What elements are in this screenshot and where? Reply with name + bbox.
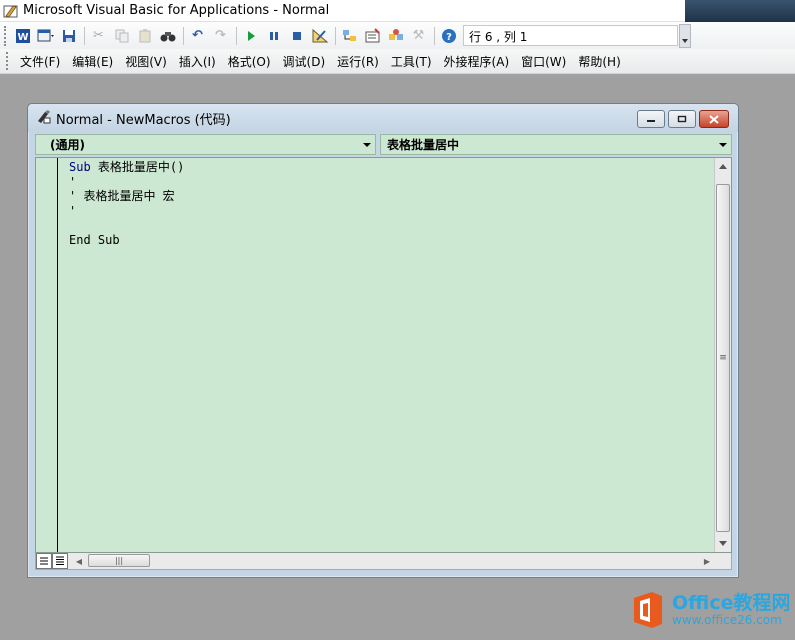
- menu-addins[interactable]: 外接程序(A): [438, 53, 516, 70]
- toolbar-options-button[interactable]: [679, 23, 691, 48]
- code-line-comment: ': [69, 174, 77, 189]
- insert-userform-icon[interactable]: [35, 25, 56, 46]
- code-window-icon: [36, 109, 52, 128]
- help-icon[interactable]: ?: [438, 25, 459, 46]
- code-window-title-bar[interactable]: Normal - NewMacros (代码): [28, 104, 738, 132]
- break-icon[interactable]: [263, 25, 284, 46]
- code-window: Normal - NewMacros (代码) (通用) 表格批量居中 Sub …: [27, 103, 739, 578]
- svg-text:?: ?: [446, 32, 452, 43]
- run-icon[interactable]: [240, 25, 261, 46]
- toolbar-separator: [434, 26, 435, 45]
- chevron-down-icon[interactable]: [714, 135, 731, 154]
- watermark-url: www.office26.com: [672, 613, 782, 627]
- code-editor[interactable]: Sub 表格批量居中() ' ' 表格批量居中 宏 ' End Sub ≡: [35, 157, 732, 553]
- cut-icon[interactable]: ✂: [88, 25, 109, 46]
- scroll-right-arrow-icon[interactable]: ▶: [700, 553, 714, 569]
- code-text[interactable]: Sub 表格批量居中() ' ' 表格批量居中 宏 ' End Sub: [69, 160, 184, 247]
- margin-indicator-bar[interactable]: [36, 158, 58, 552]
- vba-app-icon[interactable]: [3, 3, 19, 19]
- app-title: Microsoft Visual Basic for Applications …: [23, 3, 330, 18]
- keyword-sub: Sub: [69, 160, 91, 174]
- minimize-button[interactable]: [637, 110, 665, 128]
- full-module-view-button[interactable]: [52, 553, 68, 569]
- design-mode-icon[interactable]: [309, 25, 330, 46]
- paste-icon[interactable]: [134, 25, 155, 46]
- object-combo[interactable]: (通用): [35, 134, 376, 155]
- menu-insert[interactable]: 插入(I): [173, 53, 222, 70]
- redo-icon[interactable]: ↷: [210, 25, 231, 46]
- toolbar-separator: [183, 26, 184, 45]
- procedure-combo-value: 表格批量居中: [387, 138, 460, 152]
- watermark: Office教程网 www.office26.com: [630, 590, 791, 630]
- restore-button[interactable]: [668, 110, 696, 128]
- chevron-down-icon[interactable]: [358, 135, 375, 154]
- procedure-declaration: 表格批量居中(): [90, 160, 185, 174]
- undo-icon[interactable]: ↶: [187, 25, 208, 46]
- code-line-end-sub: End Sub: [69, 232, 120, 247]
- object-combo-value: (通用): [50, 138, 85, 152]
- menu-format[interactable]: 格式(O): [222, 53, 277, 70]
- menu-bar: 文件(F) 编辑(E) 视图(V) 插入(I) 格式(O) 调试(D) 运行(R…: [0, 49, 795, 74]
- menu-tools[interactable]: 工具(T): [385, 53, 438, 70]
- scroll-down-arrow-icon[interactable]: [715, 535, 731, 552]
- save-icon[interactable]: [58, 25, 79, 46]
- title-bar-dark-area: [685, 0, 795, 22]
- close-button[interactable]: [699, 110, 729, 128]
- code-line-comment: ' 表格批量居中 宏: [69, 189, 175, 203]
- horizontal-scroll-thumb[interactable]: |||: [88, 554, 150, 567]
- reset-icon[interactable]: [286, 25, 307, 46]
- menu-edit[interactable]: 编辑(E): [66, 53, 119, 70]
- code-window-bottom-bar: ◀ ||| ▶: [35, 553, 732, 570]
- vertical-scroll-thumb[interactable]: ≡: [716, 184, 730, 532]
- procedure-combo[interactable]: 表格批量居中: [380, 134, 732, 155]
- toolbar-separator: [335, 26, 336, 45]
- horizontal-scrollbar[interactable]: ◀ ||| ▶: [72, 553, 714, 569]
- code-window-title: Normal - NewMacros (代码): [56, 112, 231, 128]
- toolbar-separator: [84, 26, 85, 45]
- toolbox-icon[interactable]: ⚒: [408, 25, 429, 46]
- menu-file[interactable]: 文件(F): [14, 53, 66, 70]
- menu-run[interactable]: 运行(R): [331, 53, 385, 70]
- project-explorer-icon[interactable]: [339, 25, 360, 46]
- app-title-bar: Microsoft Visual Basic for Applications …: [0, 0, 795, 22]
- word-icon[interactable]: W: [12, 25, 33, 46]
- office-logo-icon: [630, 590, 666, 630]
- scroll-left-arrow-icon[interactable]: ◀: [72, 553, 86, 569]
- find-icon[interactable]: [157, 25, 178, 46]
- menu-debug[interactable]: 调试(D): [277, 53, 332, 70]
- vertical-scrollbar[interactable]: ≡: [714, 158, 731, 552]
- properties-icon[interactable]: [362, 25, 383, 46]
- scroll-up-arrow-icon[interactable]: [715, 158, 731, 175]
- toolbar-grip[interactable]: [4, 25, 8, 46]
- menu-help[interactable]: 帮助(H): [572, 53, 626, 70]
- watermark-brand: Office教程网: [672, 592, 791, 614]
- menubar-grip[interactable]: [6, 52, 10, 70]
- toolbar-separator: [236, 26, 237, 45]
- code-line-comment: ': [69, 203, 77, 218]
- menu-view[interactable]: 视图(V): [119, 53, 173, 70]
- cursor-position-status: 行 6 , 列 1: [463, 25, 678, 46]
- object-browser-icon[interactable]: [385, 25, 406, 46]
- copy-icon[interactable]: [111, 25, 132, 46]
- standard-toolbar: W ✂ ↶ ↷ ⚒ ? 行 6 , 列 1: [0, 22, 795, 49]
- code-line: Sub 表格批量居中(): [69, 160, 184, 175]
- svg-text:W: W: [17, 32, 28, 43]
- procedure-view-button[interactable]: [36, 553, 52, 569]
- menu-window[interactable]: 窗口(W): [515, 53, 572, 70]
